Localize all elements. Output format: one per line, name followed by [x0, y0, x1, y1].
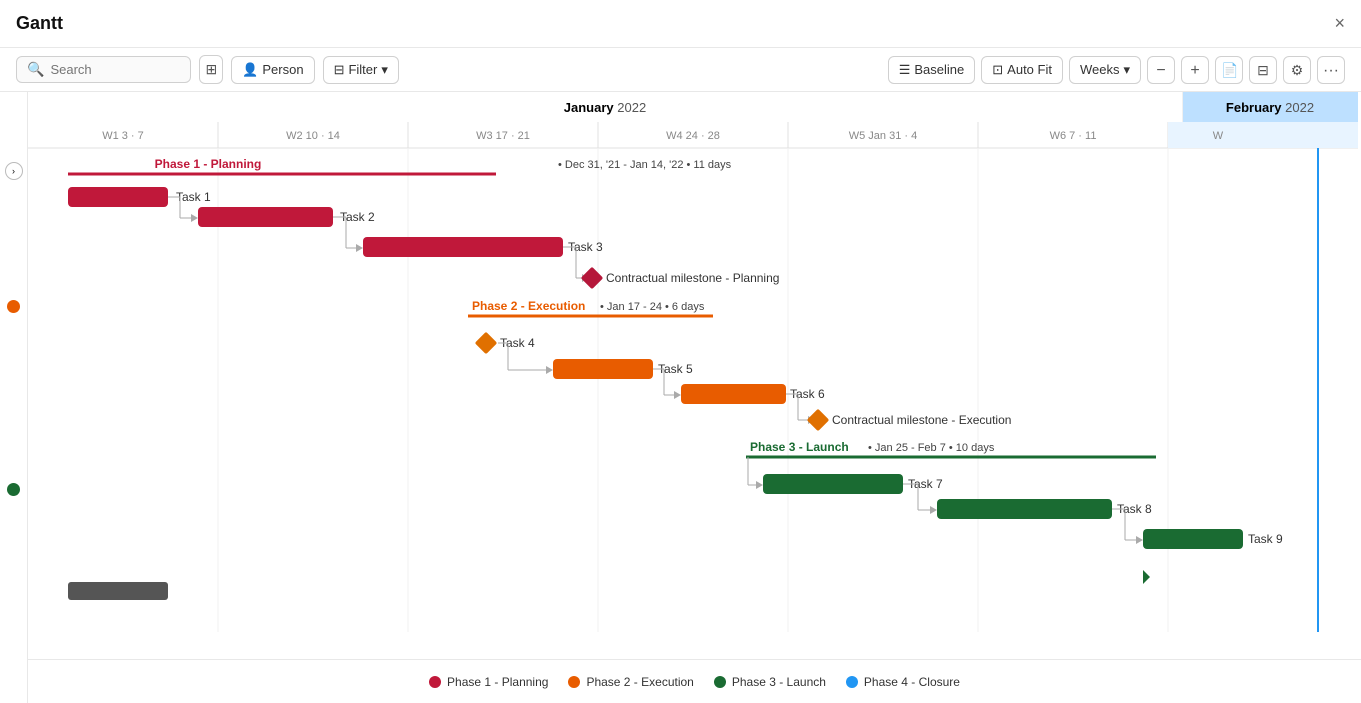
- gantt-svg: January 2022 February 2022: [28, 92, 1358, 632]
- svg-text:W2 10 · 14: W2 10 · 14: [286, 130, 340, 142]
- svg-text:W1 3 · 7: W1 3 · 7: [102, 130, 144, 142]
- svg-text:W3 17 · 21: W3 17 · 21: [476, 130, 530, 142]
- legend: Phase 1 - Planning Phase 2 - Execution P…: [28, 659, 1361, 703]
- svg-text:W4 24 · 28: W4 24 · 28: [666, 130, 720, 142]
- svg-text:Phase 3 - Launch: Phase 3 - Launch: [750, 440, 849, 454]
- svg-text:W: W: [1213, 130, 1224, 142]
- chevron-down-icon2: ▾: [1123, 62, 1130, 78]
- phase2-dot: [7, 300, 20, 313]
- legend-label-phase2: Phase 2 - Execution: [586, 675, 693, 689]
- fit-screen-button[interactable]: ⊟: [1249, 56, 1277, 84]
- person-label: Person: [262, 62, 303, 77]
- svg-text:Contractual milestone - Execut: Contractual milestone - Execution: [832, 413, 1011, 427]
- legend-label-phase1: Phase 1 - Planning: [447, 675, 548, 689]
- search-box: 🔍: [16, 56, 191, 83]
- filter-label: Filter: [348, 62, 377, 77]
- svg-text:• Jan 17 - 24 • 6 days: • Jan 17 - 24 • 6 days: [600, 301, 705, 313]
- svg-text:January 2022: January 2022: [564, 100, 646, 115]
- weeks-selector[interactable]: Weeks ▾: [1069, 56, 1141, 84]
- toolbar-left: 🔍 ⊞ 👤 Person ⊟ Filter ▾: [16, 55, 399, 84]
- search-icon: 🔍: [27, 61, 44, 78]
- chevron-down-icon: ▾: [381, 62, 388, 78]
- search-input[interactable]: [50, 62, 180, 77]
- autofit-button[interactable]: ⊡ Auto Fit: [981, 56, 1063, 84]
- filter-icon: ⊟: [334, 62, 345, 78]
- toolbar-right: ☰ Baseline ⊡ Auto Fit Weeks ▾ − + 📄 ⊟ ⚙: [888, 56, 1345, 84]
- expand-button[interactable]: ›: [5, 162, 23, 180]
- close-button[interactable]: ×: [1334, 13, 1345, 34]
- person-icon: 👤: [242, 62, 258, 78]
- legend-label-phase4: Phase 4 - Closure: [864, 675, 960, 689]
- export-button[interactable]: 📄: [1215, 56, 1243, 84]
- baseline-label: Baseline: [914, 62, 964, 77]
- svg-text:Phase 2 - Execution: Phase 2 - Execution: [472, 299, 585, 313]
- gantt-scroll-area[interactable]: January 2022 February 2022: [28, 92, 1361, 659]
- legend-dot-phase4: [846, 676, 858, 688]
- filter-button[interactable]: ⊟ Filter ▾: [323, 56, 399, 84]
- autofit-label: Auto Fit: [1007, 62, 1052, 77]
- settings-button[interactable]: ⚙: [1283, 56, 1311, 84]
- legend-item-phase1: Phase 1 - Planning: [429, 675, 548, 689]
- phase3-dot: [7, 483, 20, 496]
- gantt-sidebar: ›: [0, 92, 28, 703]
- legend-dot-phase1: [429, 676, 441, 688]
- svg-text:Task 9: Task 9: [1248, 532, 1283, 546]
- legend-label-phase3: Phase 3 - Launch: [732, 675, 826, 689]
- toolbar: 🔍 ⊞ 👤 Person ⊟ Filter ▾ ☰ Baseline: [0, 48, 1361, 92]
- person-button[interactable]: 👤 Person: [231, 56, 314, 84]
- legend-item-phase4: Phase 4 - Closure: [846, 675, 960, 689]
- svg-text:W5 Jan 31 · 4: W5 Jan 31 · 4: [849, 130, 917, 142]
- legend-item-phase2: Phase 2 - Execution: [568, 675, 693, 689]
- legend-dot-phase2: [568, 676, 580, 688]
- svg-text:W6 7 · 11: W6 7 · 11: [1050, 130, 1097, 142]
- baseline-button[interactable]: ☰ Baseline: [888, 56, 976, 84]
- legend-item-phase3: Phase 3 - Launch: [714, 675, 826, 689]
- legend-dot-phase3: [714, 676, 726, 688]
- zoom-out-button[interactable]: −: [1147, 56, 1175, 84]
- app-header: Gantt ×: [0, 0, 1361, 48]
- svg-text:Phase 1 - Planning: Phase 1 - Planning: [155, 157, 262, 171]
- svg-text:Contractual milestone - Planni: Contractual milestone - Planning: [606, 271, 779, 285]
- app-title: Gantt: [16, 13, 63, 34]
- zoom-in-button[interactable]: +: [1181, 56, 1209, 84]
- autofit-icon: ⊡: [992, 62, 1003, 78]
- more-button[interactable]: ···: [1317, 56, 1345, 84]
- table-view-button[interactable]: ⊞: [199, 55, 223, 84]
- weeks-label: Weeks: [1080, 62, 1120, 77]
- baseline-icon: ☰: [899, 62, 911, 78]
- svg-text:• Jan 25 - Feb 7 • 10 days: • Jan 25 - Feb 7 • 10 days: [868, 442, 995, 454]
- svg-text:February 2022: February 2022: [1226, 100, 1314, 115]
- svg-text:Task 1: Task 1: [176, 190, 211, 204]
- svg-text:• Dec 31, '21 - Jan 14, '22 •: • Dec 31, '21 - Jan 14, '22 • 11 days: [558, 159, 732, 171]
- app-root: Gantt × 🔍 ⊞ 👤 Person ⊟ Filter ▾: [0, 0, 1361, 703]
